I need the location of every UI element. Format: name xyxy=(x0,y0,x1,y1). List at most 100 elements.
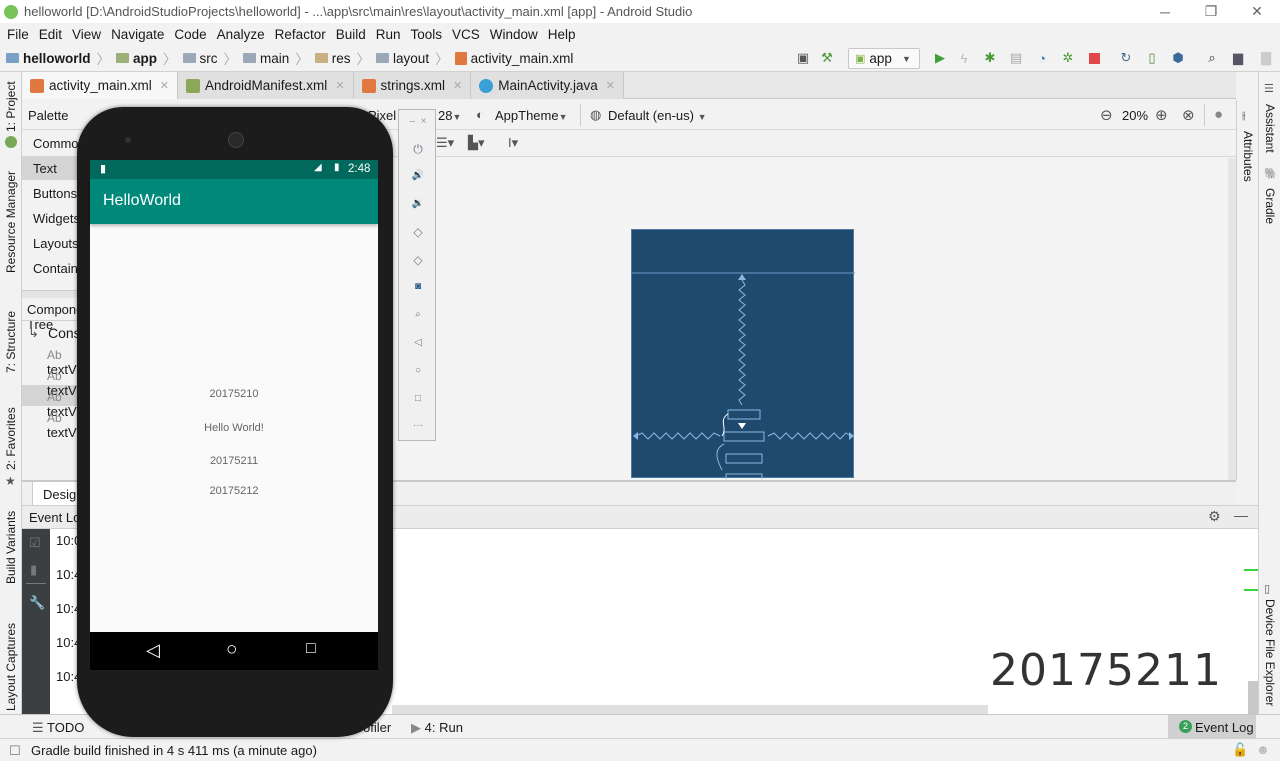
locale-selector[interactable]: Default (en-us) ▼ xyxy=(608,108,707,123)
close-tab-icon[interactable]: ✕ xyxy=(606,79,615,92)
theme-selector[interactable]: AppTheme▼ xyxy=(495,108,568,123)
menu-view[interactable]: View xyxy=(67,27,106,42)
debug-attach-icon[interactable]: ✲ xyxy=(1059,49,1077,67)
tab-activity-main[interactable]: activity_main.xml ✕ xyxy=(22,72,178,99)
status-icon[interactable]: ☐ xyxy=(9,743,21,759)
menu-build[interactable]: Build xyxy=(331,27,371,42)
rotate-left-icon[interactable]: ◇ xyxy=(399,225,437,239)
build-hammer-icon[interactable]: ⚒ xyxy=(818,49,836,67)
overview-icon[interactable]: □ xyxy=(399,393,437,404)
palette-category-text[interactable]: Text xyxy=(33,161,57,176)
zoom-out-icon[interactable]: ⊖ xyxy=(1100,106,1113,124)
menu-navigate[interactable]: Navigate xyxy=(106,27,169,42)
power-icon[interactable]: ⏻ xyxy=(399,142,437,157)
menu-run[interactable]: Run xyxy=(371,27,406,42)
palette-category-widgets[interactable]: Widgets xyxy=(33,211,80,226)
menu-refactor[interactable]: Refactor xyxy=(270,27,331,42)
menu-file[interactable]: File xyxy=(2,27,34,42)
attach-debugger-icon[interactable]: ▤ xyxy=(1007,49,1025,67)
pack-icon[interactable]: ☰▾ xyxy=(436,135,454,151)
lock-icon[interactable]: 🔓 xyxy=(1232,742,1248,758)
rotate-right-icon[interactable]: ◇ xyxy=(399,253,437,267)
more-icon[interactable]: ··· xyxy=(399,420,437,431)
breadcrumb-layout[interactable]: layout 〉 xyxy=(376,48,449,68)
sdk-manager-icon[interactable]: ⬢ xyxy=(1169,49,1187,67)
menu-help[interactable]: Help xyxy=(543,27,581,42)
back-icon[interactable]: ◁ xyxy=(399,337,437,348)
stop-icon[interactable] xyxy=(1085,49,1103,67)
close-tab-icon[interactable]: ✕ xyxy=(160,79,169,92)
tool-project[interactable]: 1: Project xyxy=(0,76,22,138)
user-icon[interactable]: ▇ xyxy=(1257,49,1275,67)
text-view-2[interactable]: 20175211 xyxy=(90,455,378,467)
restore-button[interactable]: ❐ xyxy=(1188,0,1234,23)
home-button[interactable]: ○ xyxy=(226,639,237,661)
breadcrumb-helloworld[interactable]: helloworld 〉 xyxy=(6,48,110,68)
minimize-button[interactable]: ─ xyxy=(1142,0,1188,23)
close-tab-icon[interactable]: ✕ xyxy=(453,79,462,92)
warning-icon[interactable]: ● xyxy=(1214,106,1223,123)
breadcrumb-main[interactable]: main 〉 xyxy=(243,48,309,68)
tab-main-activity[interactable]: MainActivity.java ✕ xyxy=(471,72,625,99)
avd-manager-icon[interactable]: ▯ xyxy=(1143,49,1161,67)
recents-button[interactable]: □ xyxy=(306,640,316,658)
horizontal-scrollbar[interactable] xyxy=(392,705,988,714)
mark-read-icon[interactable]: ☑ xyxy=(29,535,41,551)
inspector-icon[interactable]: ☻ xyxy=(1256,742,1270,757)
tool-run[interactable]: ▶ 4: Run xyxy=(411,720,463,736)
menu-tools[interactable]: Tools xyxy=(406,27,448,42)
apply-changes-icon[interactable]: ϟ xyxy=(955,49,973,67)
zoom-in-icon[interactable]: ⊕ xyxy=(1155,106,1168,124)
align-icon[interactable]: ▙▾ xyxy=(468,135,485,151)
tool-structure[interactable]: 7: Structure xyxy=(0,307,22,377)
back-button[interactable]: ◁ xyxy=(146,640,160,661)
project-structure-icon[interactable]: ▣ xyxy=(794,49,812,67)
tab-strings[interactable]: strings.xml ✕ xyxy=(353,72,472,99)
breadcrumb-res[interactable]: res 〉 xyxy=(314,48,370,68)
trash-icon[interactable]: ▮ xyxy=(30,562,37,578)
menu-vcs[interactable]: VCS xyxy=(447,27,485,42)
tool-gradle[interactable]: Gradle xyxy=(1259,184,1280,229)
palette-category-buttons[interactable]: Buttons xyxy=(33,186,77,201)
sync-gradle-icon[interactable]: ↻ xyxy=(1117,49,1135,67)
zoom-to-fit-icon[interactable]: ⊗ xyxy=(1182,106,1195,124)
tool-resource-manager[interactable]: Resource Manager xyxy=(0,167,22,277)
tool-assistant[interactable]: Assistant xyxy=(1259,98,1280,158)
wrench-icon[interactable]: 🔧 xyxy=(29,595,45,611)
tool-todo[interactable]: ☰ TODO xyxy=(32,720,84,736)
menu-edit[interactable]: Edit xyxy=(34,27,67,42)
debug-icon[interactable]: ✱ xyxy=(981,49,999,67)
run-icon[interactable]: ▶ xyxy=(931,49,949,67)
hide-icon[interactable]: — xyxy=(1234,507,1248,523)
run-configuration-dropdown[interactable]: ▣ app ▼ xyxy=(848,48,920,69)
menu-window[interactable]: Window xyxy=(485,27,543,42)
breadcrumb-src[interactable]: src 〉 xyxy=(182,48,237,68)
volume-down-icon[interactable]: 🔉 xyxy=(399,198,437,209)
blueprint-view[interactable] xyxy=(631,229,855,479)
event-log-scrollbar[interactable] xyxy=(1248,681,1258,714)
menu-analyze[interactable]: Analyze xyxy=(212,27,270,42)
palette-category-layouts[interactable]: Layouts xyxy=(33,236,79,251)
breadcrumb-app[interactable]: app 〉 xyxy=(116,48,177,68)
home-icon[interactable]: ○ xyxy=(399,365,437,376)
menu-code[interactable]: Code xyxy=(169,27,211,42)
close-tab-icon[interactable]: ✕ xyxy=(335,79,344,92)
zoom-icon[interactable]: ⌕ xyxy=(399,309,437,320)
tool-favorites[interactable]: 2: Favorites xyxy=(0,404,22,474)
tool-device-file-explorer[interactable]: Device File Explorer xyxy=(1259,598,1280,708)
tool-layout-captures[interactable]: Layout Captures xyxy=(0,622,22,712)
project-structure-folder-icon[interactable]: ▆ xyxy=(1229,49,1247,67)
volume-up-icon[interactable]: 🔊 xyxy=(399,170,437,181)
text-view-3[interactable]: 20175212 xyxy=(90,485,378,497)
search-icon[interactable]: ⌕ xyxy=(1203,49,1221,67)
tool-event-log[interactable]: 2 Event Log xyxy=(1168,715,1256,738)
tab-android-manifest[interactable]: AndroidManifest.xml ✕ xyxy=(178,72,354,99)
close-button[interactable]: ✕ xyxy=(1234,0,1280,23)
profile-icon[interactable]: ◔ xyxy=(1033,49,1051,67)
guidelines-icon[interactable]: Ι▾ xyxy=(508,135,518,151)
breadcrumb-activity-main[interactable]: activity_main.xml xyxy=(454,51,573,66)
emulator-window-controls[interactable]: – × xyxy=(399,116,437,127)
text-view-1[interactable]: 20175210 xyxy=(90,388,378,400)
camera-icon[interactable]: ◙ xyxy=(399,281,437,292)
tool-build-variants[interactable]: Build Variants xyxy=(0,507,22,587)
